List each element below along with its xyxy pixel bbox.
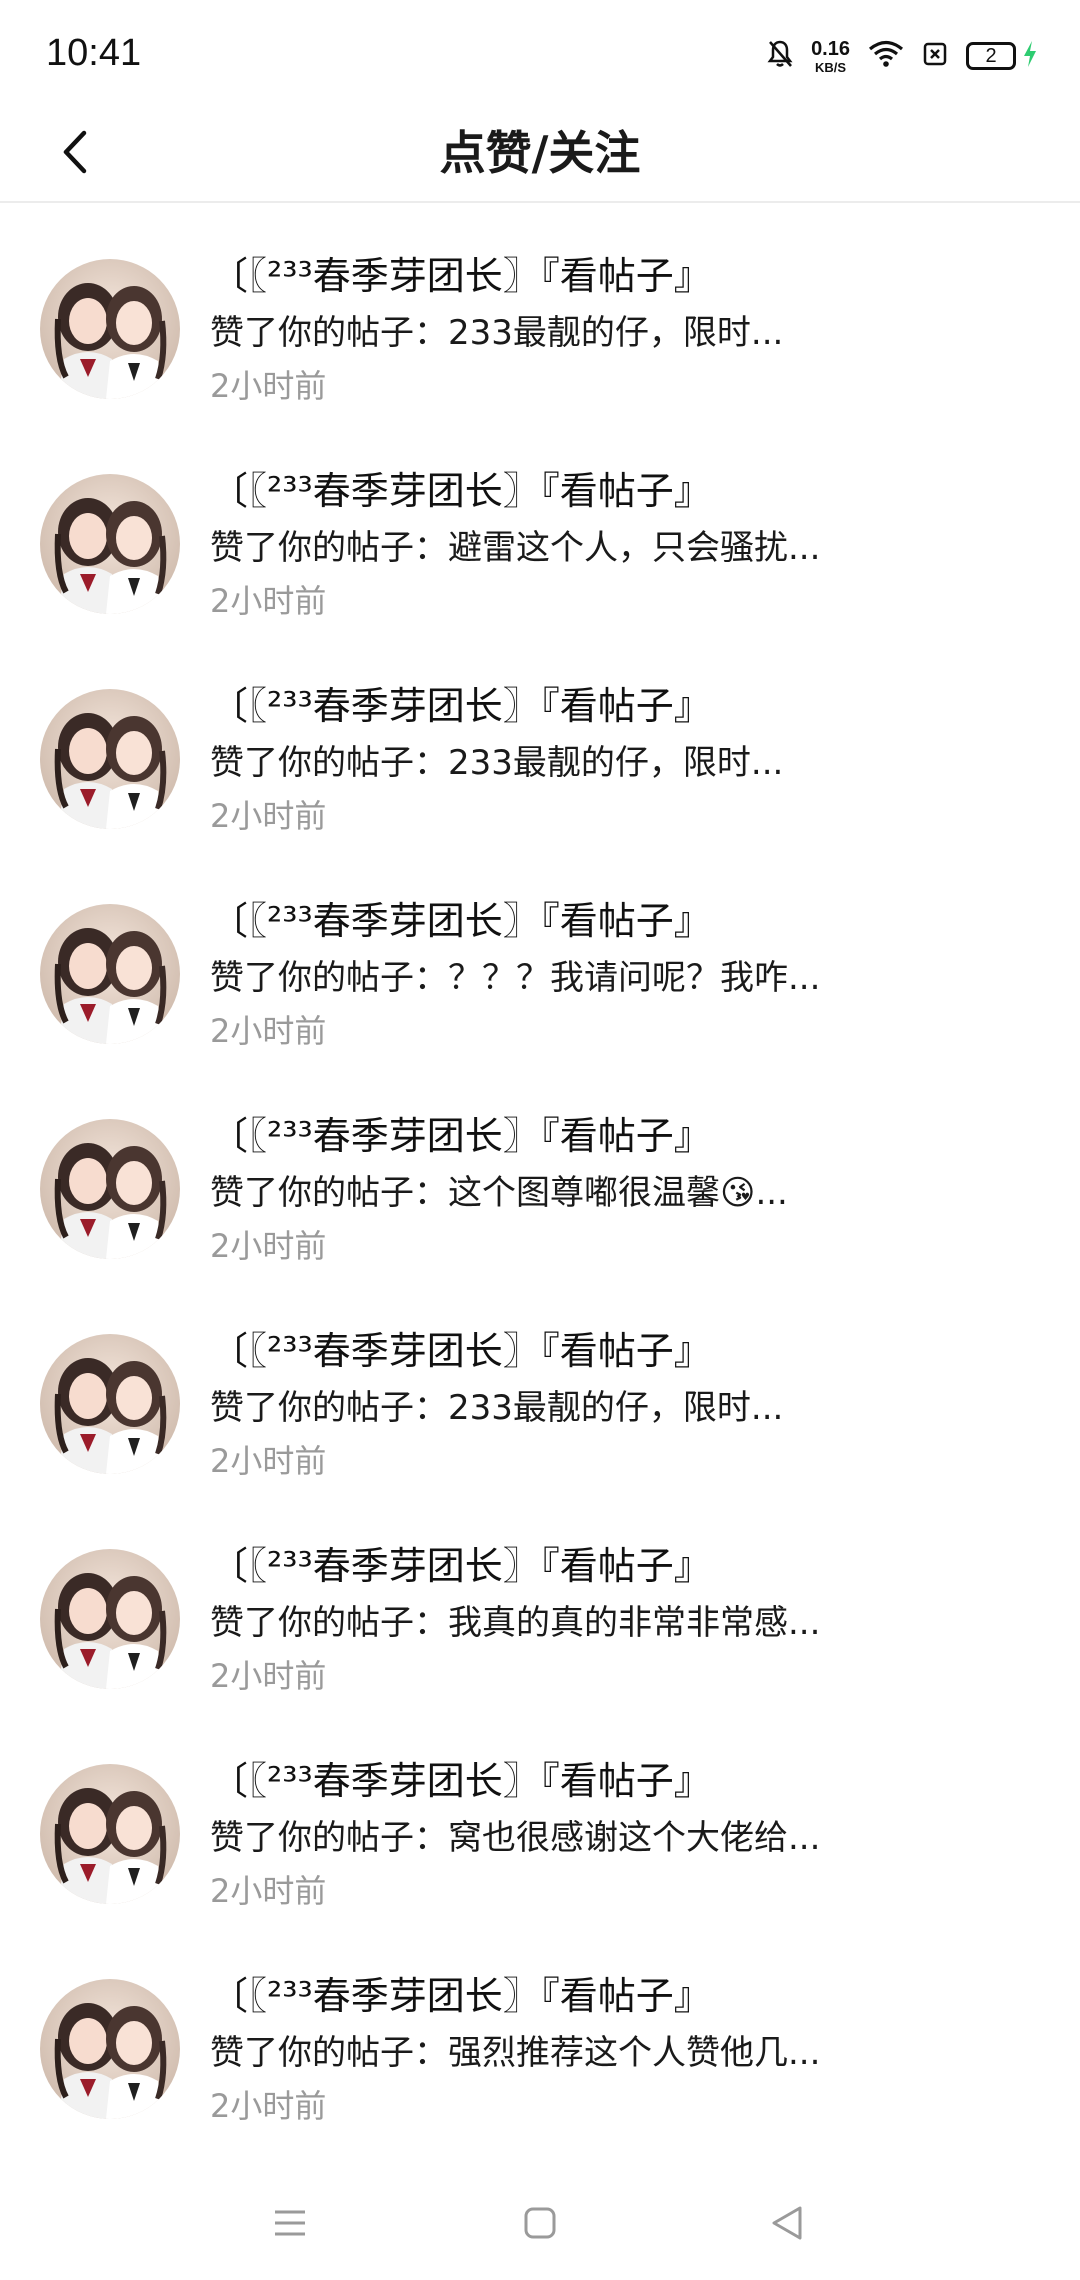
mute-bell-icon <box>767 39 793 73</box>
battery-icon: 2 <box>966 42 1016 70</box>
notification-time: 2小时前 <box>210 1227 327 1265</box>
net-speed-value: 0.16 <box>811 37 850 60</box>
notification-text: 赞了你的帖子：窝也很感谢这个大佬给... <box>210 1818 821 1858</box>
sender-name[interactable]: 〔〖²³³春季芽团长〗『看帖子』 <box>210 890 712 945</box>
notification-text: 赞了你的帖子：？？？我请问呢？我咋... <box>210 958 821 998</box>
wifi-icon <box>868 40 904 72</box>
notification-time: 2小时前 <box>210 1657 327 1695</box>
sender-name[interactable]: 〔〖²³³春季芽团长〗『看帖子』 <box>210 1105 712 1160</box>
avatar[interactable] <box>40 1549 180 1689</box>
notification-text: 赞了你的帖子：强烈推荐这个人赞他几... <box>210 2033 821 2073</box>
notification-list: 〔〖²³³春季芽团长〗『看帖子』 赞了你的帖子：233最靓的仔，限时... 2小… <box>0 205 1080 2140</box>
avatar[interactable] <box>40 1764 180 1904</box>
sim-icon <box>922 41 948 71</box>
avatar[interactable] <box>40 474 180 614</box>
sender-name[interactable]: 〔〖²³³春季芽团长〗『看帖子』 <box>210 675 712 730</box>
charging-icon <box>1022 40 1038 72</box>
notification-text: 赞了你的帖子：233最靓的仔，限时... <box>210 1388 784 1428</box>
avatar[interactable] <box>40 904 180 1044</box>
avatar[interactable] <box>40 1334 180 1474</box>
avatar[interactable] <box>40 259 180 399</box>
notification-item[interactable]: 〔〖²³³春季芽团长〗『看帖子』 赞了你的帖子：窝也很感谢这个大佬给... 2小… <box>0 1710 1080 1925</box>
back-nav-button[interactable] <box>752 2190 822 2260</box>
sender-name[interactable]: 〔〖²³³春季芽团长〗『看帖子』 <box>210 1320 712 1375</box>
sender-name[interactable]: 〔〖²³³春季芽团长〗『看帖子』 <box>210 1750 712 1805</box>
net-speed-unit: KB/S <box>815 59 847 75</box>
header: 点赞/关注 <box>0 105 1080 203</box>
notification-text: 赞了你的帖子：我真的真的非常非常感... <box>210 1603 821 1643</box>
avatar[interactable] <box>40 689 180 829</box>
sender-name[interactable]: 〔〖²³³春季芽团长〗『看帖子』 <box>210 1535 712 1590</box>
notification-item[interactable]: 〔〖²³³春季芽团长〗『看帖子』 赞了你的帖子：这个图尊嘟很温馨😘... 2小时… <box>0 1065 1080 1280</box>
status-icons: 0.16 KB/S 2 <box>767 34 1038 78</box>
avatar[interactable] <box>40 1119 180 1259</box>
system-nav-bar <box>0 2170 1080 2280</box>
notification-time: 2小时前 <box>210 582 327 620</box>
status-bar: 10:41 0.16 KB/S 2 <box>0 0 1080 105</box>
notification-item[interactable]: 〔〖²³³春季芽团长〗『看帖子』 赞了你的帖子：233最靓的仔，限时... 2小… <box>0 205 1080 420</box>
notification-item[interactable]: 〔〖²³³春季芽团长〗『看帖子』 赞了你的帖子：？？？我请问呢？我咋... 2小… <box>0 850 1080 1065</box>
notification-text: 赞了你的帖子：233最靓的仔，限时... <box>210 743 784 783</box>
page-title: 点赞/关注 <box>439 126 641 180</box>
notification-time: 2小时前 <box>210 1442 327 1480</box>
notification-time: 2小时前 <box>210 1012 327 1050</box>
home-square-icon <box>523 2206 557 2244</box>
battery-level: 2 <box>985 44 997 67</box>
sender-name[interactable]: 〔〖²³³春季芽团长〗『看帖子』 <box>210 1965 712 2020</box>
notification-text: 赞了你的帖子：避雷这个人，只会骚扰... <box>210 528 821 568</box>
back-triangle-icon <box>770 2205 804 2245</box>
notification-item[interactable]: 〔〖²³³春季芽团长〗『看帖子』 赞了你的帖子：233最靓的仔，限时... 2小… <box>0 635 1080 850</box>
notification-item[interactable]: 〔〖²³³春季芽团长〗『看帖子』 赞了你的帖子：我真的真的非常非常感... 2小… <box>0 1495 1080 1710</box>
sender-name[interactable]: 〔〖²³³春季芽团长〗『看帖子』 <box>210 245 712 300</box>
notification-item[interactable]: 〔〖²³³春季芽团长〗『看帖子』 赞了你的帖子：233最靓的仔，限时... 2小… <box>0 1280 1080 1495</box>
notification-time: 2小时前 <box>210 367 327 405</box>
notification-text: 赞了你的帖子：233最靓的仔，限时... <box>210 313 784 353</box>
notification-text: 赞了你的帖子：这个图尊嘟很温馨😘... <box>210 1173 788 1213</box>
sender-name[interactable]: 〔〖²³³春季芽团长〗『看帖子』 <box>210 460 712 515</box>
home-button[interactable] <box>505 2190 575 2260</box>
notification-time: 2小时前 <box>210 1872 327 1910</box>
net-speed: 0.16 KB/S <box>811 39 850 74</box>
notification-time: 2小时前 <box>210 2087 327 2125</box>
notification-time: 2小时前 <box>210 797 327 835</box>
notification-item[interactable]: 〔〖²³³春季芽团长〗『看帖子』 赞了你的帖子：强烈推荐这个人赞他几... 2小… <box>0 1925 1080 2140</box>
menu-icon <box>273 2208 307 2242</box>
avatar[interactable] <box>40 1979 180 2119</box>
notification-item[interactable]: 〔〖²³³春季芽团长〗『看帖子』 赞了你的帖子：避雷这个人，只会骚扰... 2小… <box>0 420 1080 635</box>
menu-button[interactable] <box>255 2190 325 2260</box>
status-time: 10:41 <box>46 32 142 74</box>
